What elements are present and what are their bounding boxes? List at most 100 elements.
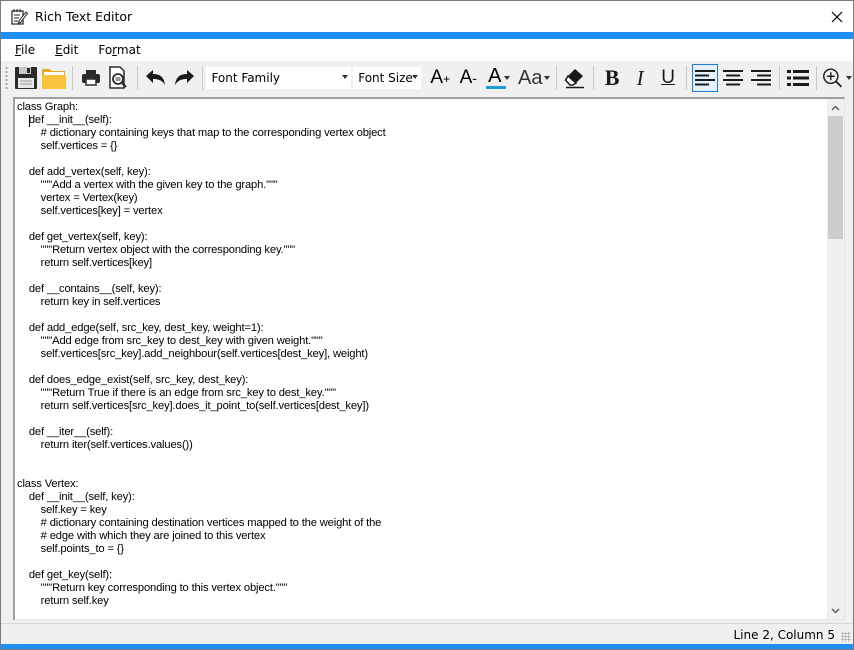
align-left-button[interactable] [691, 64, 718, 92]
toolbar-separator [71, 66, 73, 90]
font-grow-icon: A+ [430, 67, 451, 88]
editor-line[interactable]: # edge with which they are joined to thi… [17, 530, 827, 543]
font-shrink-icon: A- [459, 67, 477, 88]
editor-line[interactable]: def __contains__(self, key): [17, 283, 827, 296]
bullet-list-button[interactable] [785, 64, 811, 92]
editor-line[interactable]: return key in self.vertices [17, 296, 827, 309]
editor-line[interactable]: class Graph: [17, 101, 827, 114]
editor-line[interactable]: # dictionary containing destination vert… [17, 517, 827, 530]
floppy-disk-icon [14, 67, 37, 89]
editor-line[interactable] [17, 309, 827, 322]
editor-line[interactable]: def does_edge_exist(self, src_key, dest_… [17, 374, 827, 387]
close-icon [831, 11, 843, 22]
zoom-button[interactable] [822, 64, 852, 92]
menu-file[interactable]: File [7, 43, 43, 57]
font-size-dropdown[interactable]: Font Size [353, 67, 422, 89]
font-color-icon: A [488, 64, 502, 87]
editor-line[interactable] [17, 465, 827, 478]
scroll-down-button[interactable] [827, 602, 844, 619]
zoom-in-icon [822, 68, 842, 88]
print-preview-icon [108, 66, 127, 89]
rich-text-editor[interactable]: class Graph: def __init__(self): # dicti… [13, 97, 845, 620]
menu-bar: File Edit Format [1, 39, 853, 61]
editor-line[interactable] [17, 556, 827, 569]
editor-line[interactable] [17, 452, 827, 465]
editor-line[interactable]: class Vertex: [17, 478, 827, 491]
editor-line[interactable]: return self.vertices[src_key].does_it_po… [17, 400, 827, 413]
underline-icon: U [661, 67, 675, 88]
scroll-up-button[interactable] [827, 99, 844, 116]
menu-file-label: ile [21, 43, 36, 57]
editor-line[interactable]: return self.key [17, 595, 827, 608]
italic-button[interactable]: I [627, 64, 653, 92]
editor-line[interactable] [17, 153, 827, 166]
editor-line[interactable]: def __init__(self, key): [17, 491, 827, 504]
editor-line[interactable]: self.key = key [17, 504, 827, 517]
toolbar: Font Family Font Size A+ A- A Aa B I U [1, 61, 853, 95]
underline-button[interactable]: U [655, 64, 681, 92]
toolbar-separator [815, 66, 817, 90]
align-center-button[interactable] [720, 64, 746, 92]
editor-line[interactable]: return self.vertices[key] [17, 257, 827, 270]
editor-line[interactable] [17, 413, 827, 426]
editor-line[interactable]: self.points_to = {} [17, 543, 827, 556]
editor-line[interactable]: vertex = Vertex(key) [17, 192, 827, 205]
change-case-button[interactable]: Aa [517, 64, 551, 92]
menu-format[interactable]: Format [90, 43, 148, 57]
status-bar: Line 2, Column 5 [1, 623, 853, 644]
shrink-font-button[interactable]: A- [455, 64, 481, 92]
save-button[interactable] [13, 64, 39, 92]
accent-bar [1, 32, 853, 39]
menu-format-label: mat [116, 43, 141, 57]
font-color-button[interactable]: A [483, 64, 515, 92]
editor-line[interactable]: """Return vertex object with the corresp… [17, 244, 827, 257]
editor-line[interactable]: self.vertices = {} [17, 140, 827, 153]
folder-icon [41, 69, 66, 89]
resize-grip[interactable] [841, 632, 851, 642]
editor-line[interactable]: def add_vertex(self, key): [17, 166, 827, 179]
editor-line[interactable]: def add_edge(self, src_key, dest_key, we… [17, 322, 827, 335]
undo-button[interactable] [143, 64, 169, 92]
font-family-value: Font Family [211, 71, 281, 85]
editor-line[interactable]: # dictionary containing keys that map to… [17, 127, 827, 140]
editor-line[interactable]: self.vertices[src_key].add_neighbour(sel… [17, 348, 827, 361]
menu-edit[interactable]: Edit [47, 43, 86, 57]
close-button[interactable] [821, 1, 853, 32]
align-right-button[interactable] [748, 64, 774, 92]
scrollbar-thumb[interactable] [828, 116, 843, 239]
editor-line[interactable]: return iter(self.vertices.values()) [17, 439, 827, 452]
editor-line[interactable]: self.vertices[key] = vertex [17, 205, 827, 218]
italic-icon: I [636, 65, 644, 90]
clear-formatting-button[interactable] [562, 64, 588, 92]
editor-line[interactable]: """Return key corresponding to this vert… [17, 582, 827, 595]
editor-line[interactable]: def get_key(self): [17, 569, 827, 582]
redo-arrow-icon [174, 70, 194, 85]
editor-line[interactable]: def __iter__(self): [17, 426, 827, 439]
open-button[interactable] [41, 64, 67, 92]
redo-button[interactable] [171, 64, 197, 92]
grow-font-button[interactable]: A+ [427, 64, 453, 92]
vertical-scrollbar[interactable] [827, 99, 844, 619]
align-center-icon [722, 70, 743, 86]
chevron-down-icon [845, 76, 852, 80]
print-button[interactable] [78, 64, 104, 92]
editor-line[interactable]: def get_vertex(self, key): [17, 231, 827, 244]
align-left-icon [694, 70, 715, 86]
editor-line[interactable] [17, 218, 827, 231]
print-preview-button[interactable] [106, 64, 132, 92]
bold-button[interactable]: B [599, 64, 625, 92]
printer-icon [81, 70, 100, 86]
editor-line[interactable] [17, 361, 827, 374]
bullet-list-icon [786, 70, 809, 86]
toolbar-separator [593, 66, 595, 90]
editor-line[interactable]: def __init__(self): [17, 114, 827, 127]
editor-content[interactable]: class Graph: def __init__(self): # dicti… [17, 101, 827, 608]
font-family-dropdown[interactable]: Font Family [206, 67, 352, 89]
editor-line[interactable]: """Return True if there is an edge from … [17, 387, 827, 400]
chevron-down-icon [412, 75, 419, 79]
toolbar-grip[interactable] [5, 66, 8, 90]
editor-line[interactable]: """Add a vertex with the given key to th… [17, 179, 827, 192]
editor-line[interactable]: """Add edge from src_key to dest_key wit… [17, 335, 827, 348]
editor-line[interactable] [17, 270, 827, 283]
font-size-value: Font Size [358, 71, 413, 85]
